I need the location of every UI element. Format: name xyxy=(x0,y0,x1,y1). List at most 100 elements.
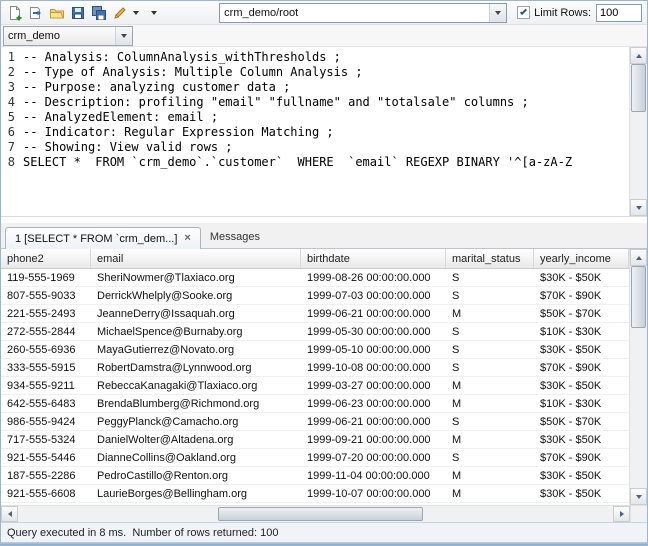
table-cell[interactable]: 1999-05-30 00:00:00.000 xyxy=(301,323,446,340)
table-cell[interactable]: SheriNowmer@Tlaxiaco.org xyxy=(91,269,301,286)
table-cell[interactable]: M xyxy=(446,485,534,502)
editor-vertical-scrollbar[interactable] xyxy=(629,47,647,216)
table-cell[interactable]: $10K - $30K xyxy=(534,323,629,340)
schema-combo-arrow-icon[interactable] xyxy=(115,27,132,45)
table-row[interactable]: 260-555-6936MayaGutierrez@Novato.org1999… xyxy=(1,341,629,359)
table-cell[interactable]: $70K - $90K xyxy=(534,359,629,376)
table-row[interactable]: 921-555-6608LaurieBorges@Bellingham.org1… xyxy=(1,485,629,503)
table-cell[interactable]: 1999-06-21 00:00:00.000 xyxy=(301,413,446,430)
edit-icon[interactable] xyxy=(110,3,130,23)
table-cell[interactable]: PeggyPlanck@Camacho.org xyxy=(91,413,301,430)
table-cell[interactable]: 1999-07-03 00:00:00.000 xyxy=(301,287,446,304)
scrollbar-track[interactable] xyxy=(630,266,647,488)
table-cell[interactable]: 717-555-5324 xyxy=(1,431,91,448)
table-cell[interactable]: $30K - $50K xyxy=(534,269,629,286)
table-row[interactable]: 333-555-5915RobertDamstra@Lynnwood.org19… xyxy=(1,359,629,377)
table-cell[interactable]: 1999-06-23 00:00:00.000 xyxy=(301,395,446,412)
table-cell[interactable]: 1999-03-27 00:00:00.000 xyxy=(301,377,446,394)
table-row[interactable]: 986-555-9424PeggyPlanck@Camacho.org1999-… xyxy=(1,413,629,431)
connection-combo[interactable]: crm_demo/root xyxy=(219,3,507,23)
column-header-phone2[interactable]: phone2 xyxy=(1,249,91,268)
table-cell[interactable]: 807-555-9033 xyxy=(1,287,91,304)
table-row[interactable]: 187-555-2286PedroCastillo@Renton.org1999… xyxy=(1,467,629,485)
column-header-marital-status[interactable]: marital_status xyxy=(446,249,534,268)
table-row[interactable]: 934-555-9211RebeccaKanagaki@Tlaxiaco.org… xyxy=(1,377,629,395)
table-cell[interactable]: 986-555-9424 xyxy=(1,413,91,430)
table-cell[interactable]: MayaGutierrez@Novato.org xyxy=(91,341,301,358)
table-cell[interactable]: $30K - $50K xyxy=(534,377,629,394)
open-file-icon[interactable] xyxy=(47,3,67,23)
table-horizontal-scrollbar[interactable] xyxy=(1,506,630,522)
table-row[interactable]: 119-555-1969SheriNowmer@Tlaxiaco.org1999… xyxy=(1,269,629,287)
column-header-email[interactable]: email xyxy=(91,249,301,268)
scrollbar-track[interactable] xyxy=(18,506,613,522)
table-cell[interactable]: M xyxy=(446,377,534,394)
table-vertical-scrollbar[interactable] xyxy=(629,249,647,505)
table-cell[interactable]: 1999-06-21 00:00:00.000 xyxy=(301,305,446,322)
table-cell[interactable]: 1999-07-20 00:00:00.000 xyxy=(301,449,446,466)
code-area[interactable]: 1-- Analysis: ColumnAnalysis_withThresho… xyxy=(1,47,629,216)
table-cell[interactable]: 642-555-6483 xyxy=(1,395,91,412)
table-cell[interactable]: S xyxy=(446,269,534,286)
table-row[interactable]: 921-555-5446DianneCollins@Oakland.org199… xyxy=(1,449,629,467)
scroll-down-button[interactable] xyxy=(630,199,647,216)
scroll-left-button[interactable] xyxy=(1,506,18,522)
table-cell[interactable]: 333-555-5915 xyxy=(1,359,91,376)
table-cell[interactable]: $10K - $30K xyxy=(534,395,629,412)
schema-combo[interactable]: crm_demo xyxy=(3,26,133,46)
table-cell[interactable]: S xyxy=(446,449,534,466)
limit-rows-input[interactable] xyxy=(596,4,642,22)
table-cell[interactable]: S xyxy=(446,341,534,358)
table-cell[interactable]: 1999-05-10 00:00:00.000 xyxy=(301,341,446,358)
table-cell[interactable]: $30K - $50K xyxy=(534,431,629,448)
scrollbar-thumb[interactable] xyxy=(631,266,646,328)
table-cell[interactable]: 934-555-9211 xyxy=(1,377,91,394)
table-cell[interactable]: $50K - $70K xyxy=(534,305,629,322)
table-cell[interactable]: $30K - $50K xyxy=(534,467,629,484)
table-cell[interactable]: 921-555-5446 xyxy=(1,449,91,466)
table-row[interactable]: 272-555-2844MichaelSpence@Burnaby.org199… xyxy=(1,323,629,341)
scrollbar-track[interactable] xyxy=(630,64,647,199)
table-row[interactable]: 642-555-6483BrendaBlumberg@Richmond.org1… xyxy=(1,395,629,413)
table-cell[interactable]: 187-555-2286 xyxy=(1,467,91,484)
column-header-birthdate[interactable]: birthdate xyxy=(301,249,446,268)
table-cell[interactable]: 272-555-2844 xyxy=(1,323,91,340)
table-cell[interactable]: 921-555-6608 xyxy=(1,485,91,502)
table-cell[interactable]: 1999-09-21 00:00:00.000 xyxy=(301,431,446,448)
table-row[interactable]: 807-555-9033DerrickWhelply@Sooke.org1999… xyxy=(1,287,629,305)
table-cell[interactable]: M xyxy=(446,395,534,412)
table-cell[interactable]: BrendaBlumberg@Richmond.org xyxy=(91,395,301,412)
connection-combo-arrow-icon[interactable] xyxy=(489,4,506,22)
scroll-down-button[interactable] xyxy=(630,488,647,505)
table-cell[interactable]: $50K - $70K xyxy=(534,413,629,430)
table-cell[interactable]: S xyxy=(446,413,534,430)
table-cell[interactable]: $70K - $90K xyxy=(534,287,629,304)
scrollbar-thumb[interactable] xyxy=(218,507,423,521)
table-row[interactable]: 221-555-2493JeanneDerry@Issaquah.org1999… xyxy=(1,305,629,323)
table-cell[interactable]: 260-555-6936 xyxy=(1,341,91,358)
column-header-yearly-income[interactable]: yearly_income xyxy=(534,249,629,268)
scroll-up-button[interactable] xyxy=(630,47,647,64)
table-cell[interactable]: S xyxy=(446,323,534,340)
table-cell[interactable]: JeanneDerry@Issaquah.org xyxy=(91,305,301,322)
table-cell[interactable]: DianneCollins@Oakland.org xyxy=(91,449,301,466)
table-cell[interactable]: 119-555-1969 xyxy=(1,269,91,286)
dropdown-arrow-icon[interactable] xyxy=(131,3,141,23)
table-cell[interactable]: $70K - $90K xyxy=(534,449,629,466)
table-cell[interactable]: 1999-10-08 00:00:00.000 xyxy=(301,359,446,376)
scroll-right-button[interactable] xyxy=(613,506,630,522)
tab-messages[interactable]: Messages xyxy=(201,226,269,248)
table-cell[interactable]: DerrickWhelply@Sooke.org xyxy=(91,287,301,304)
table-cell[interactable]: PedroCastillo@Renton.org xyxy=(91,467,301,484)
tab-close-icon[interactable]: × xyxy=(184,233,190,244)
table-cell[interactable]: M xyxy=(446,431,534,448)
table-cell[interactable]: RebeccaKanagaki@Tlaxiaco.org xyxy=(91,377,301,394)
table-cell[interactable]: S xyxy=(446,359,534,376)
tab-result[interactable]: 1 [SELECT * FROM `crm_dem...] × xyxy=(5,227,201,249)
limit-rows-checkbox[interactable] xyxy=(517,6,530,19)
table-cell[interactable]: 1999-10-07 00:00:00.000 xyxy=(301,485,446,502)
table-cell[interactable]: S xyxy=(446,287,534,304)
table-cell[interactable]: LaurieBorges@Bellingham.org xyxy=(91,485,301,502)
table-cell[interactable]: M xyxy=(446,305,534,322)
table-cell[interactable]: 1999-08-26 00:00:00.000 xyxy=(301,269,446,286)
